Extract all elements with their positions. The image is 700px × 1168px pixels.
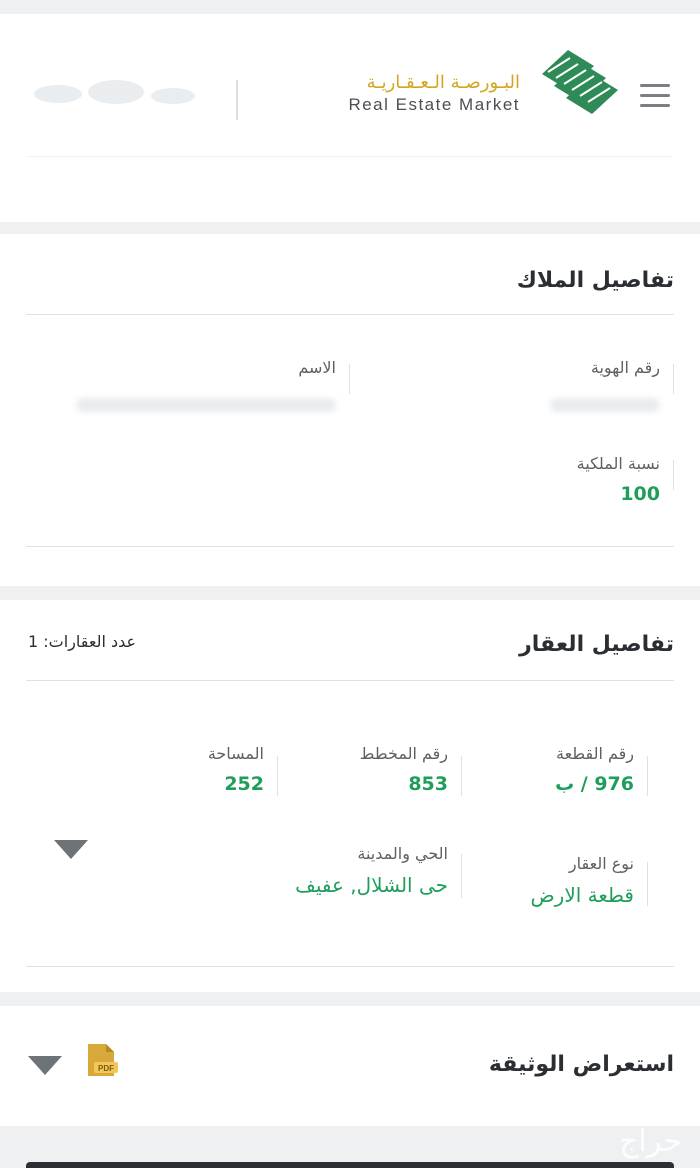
- property-type-field: نوع العقار قطعة الارض: [531, 854, 635, 907]
- property-section-title: تفاصيل العقار: [519, 632, 674, 657]
- owner-title-divider: [26, 314, 674, 315]
- owner-name-field: الاسم: [298, 358, 336, 377]
- property-bottom-divider: [26, 966, 674, 967]
- owner-name-value-redacted: [76, 398, 336, 412]
- header-separator: [28, 156, 672, 157]
- owner-name-label: الاسم: [298, 358, 336, 377]
- partner-logo-blurred: [34, 80, 195, 104]
- ownership-share-field: نسبة الملكية 100: [577, 454, 660, 505]
- plot-number-separator: [647, 756, 648, 796]
- scheme-number-value: 853: [408, 773, 448, 795]
- pdf-file-icon[interactable]: PDF: [84, 1042, 118, 1078]
- document-view-section: استعراض الوثيقة PDF: [0, 1006, 700, 1126]
- pdf-badge-text: PDF: [98, 1064, 114, 1073]
- district-city-label: الحي والمدينة: [357, 844, 448, 863]
- plot-number-label: رقم القطعة: [556, 744, 634, 763]
- bottom-bar: [26, 1162, 674, 1168]
- plot-number-field: رقم القطعة 976 / ب: [555, 744, 634, 795]
- area-field: المساحة 252: [208, 744, 264, 795]
- brand-name-en: Real Estate Market: [348, 95, 520, 114]
- expand-document-caret-icon[interactable]: [28, 1056, 62, 1075]
- brand-name-ar: البـورصـة الـعـقـاريـة: [366, 72, 520, 93]
- district-city-value: حى الشلال, عفيف: [295, 873, 448, 897]
- property-type-value: قطعة الارض: [530, 883, 635, 907]
- owner-id-separator: [673, 364, 674, 394]
- owner-id-field: رقم الهوية: [591, 358, 660, 377]
- document-section-title[interactable]: استعراض الوثيقة: [489, 1052, 674, 1077]
- plot-number-value: 976 / ب: [555, 773, 634, 795]
- owner-section-title: تفاصيل الملاك: [516, 268, 674, 293]
- expand-property-caret-icon[interactable]: [54, 840, 88, 859]
- property-title-divider: [26, 680, 674, 681]
- district-city-field: الحي والمدينة حى الشلال, عفيف: [295, 844, 448, 897]
- header-divider: [236, 80, 238, 120]
- scheme-number-field: رقم المخطط 853: [360, 744, 448, 795]
- hamburger-menu-icon[interactable]: [640, 84, 670, 110]
- owner-id-label: رقم الهوية: [590, 358, 660, 377]
- scheme-number-label: رقم المخطط: [359, 744, 448, 763]
- owner-bottom-divider: [26, 546, 674, 547]
- brand-logo-icon: [542, 50, 618, 114]
- area-label: المساحة: [207, 744, 264, 763]
- district-city-separator: [461, 854, 462, 898]
- area-value: 252: [224, 773, 264, 795]
- watermark-text: حراج: [619, 1124, 682, 1159]
- property-count: عدد العقارات: 1: [28, 632, 137, 651]
- app-header: البـورصـة الـعـقـاريـة Real Estate Marke…: [0, 14, 700, 222]
- ownership-share-separator: [673, 460, 674, 490]
- ownership-share-label: نسبة الملكية: [576, 454, 660, 473]
- owner-id-value-redacted: [550, 398, 660, 412]
- scheme-number-separator: [461, 756, 462, 796]
- top-strip: [0, 0, 700, 14]
- property-type-separator: [647, 862, 648, 906]
- property-details-section: تفاصيل العقار عدد العقارات: 1 رقم القطعة…: [0, 600, 700, 992]
- property-type-label: نوع العقار: [568, 854, 634, 873]
- owner-name-separator: [349, 364, 350, 394]
- ownership-share-value: 100: [620, 483, 660, 505]
- brand-text: البـورصـة الـعـقـاريـة Real Estate Marke…: [348, 72, 520, 115]
- owner-details-section: تفاصيل الملاك رقم الهوية الاسم نسبة المل…: [0, 234, 700, 586]
- area-separator: [277, 756, 278, 796]
